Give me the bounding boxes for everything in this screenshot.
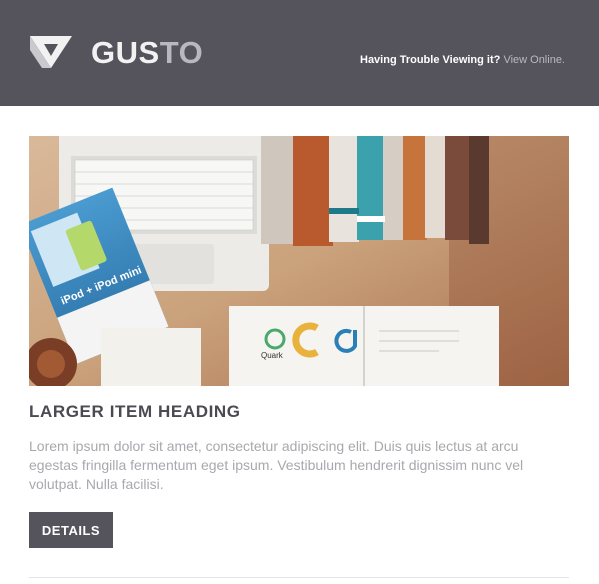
view-online-link[interactable]: View Online. xyxy=(503,54,565,66)
open-book-icon: Quark xyxy=(229,306,499,386)
logo-wordmark: GUSTO xyxy=(91,35,204,70)
logo-mark-icon xyxy=(30,36,72,68)
books-icon xyxy=(261,136,489,246)
item-heading: LARGER ITEM HEADING xyxy=(29,402,241,421)
notepad-icon xyxy=(101,328,201,386)
quark-label: Quark xyxy=(261,351,284,360)
divider xyxy=(29,577,569,578)
item-body-text: Lorem ipsum dolor sit amet, consectetur … xyxy=(29,438,524,492)
hero-photo-illustration: iPod + iPod mini Quark xyxy=(29,136,569,386)
hero-image: iPod + iPod mini Quark xyxy=(29,136,569,386)
email-header: GUSTO Having Trouble Viewing it? View On… xyxy=(0,0,599,106)
trouble-viewing-text: Having Trouble Viewing it? xyxy=(360,54,504,66)
trouble-viewing-notice: Having Trouble Viewing it? View Online. xyxy=(360,53,565,67)
details-button[interactable]: DETAILS xyxy=(29,512,113,548)
